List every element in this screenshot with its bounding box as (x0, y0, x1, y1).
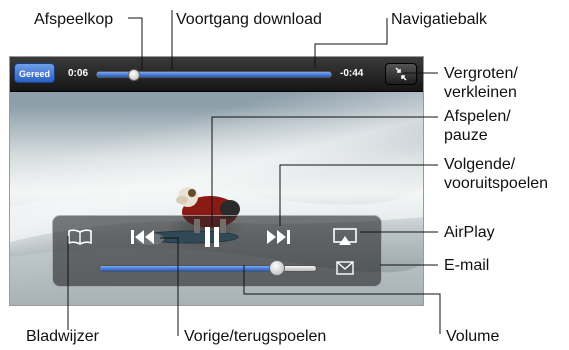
fast-forward-icon (267, 230, 290, 244)
volume-knob[interactable] (269, 260, 286, 276)
play-pause-button[interactable] (202, 225, 222, 254)
rewind-icon (131, 230, 154, 244)
volume-fill (100, 266, 278, 271)
label-volume: Volume (446, 328, 500, 345)
pause-icon (205, 227, 219, 247)
label-previous: Vorige/terugspoelen (184, 328, 327, 345)
label-next: Volgende/ vooruitspoelen (444, 156, 549, 192)
label-email: E-mail (444, 257, 490, 274)
scrubber-track[interactable] (96, 69, 332, 81)
remaining-time: -0:44 (340, 68, 364, 79)
elapsed-time: 0:06 (68, 68, 89, 79)
label-bookmark: Bladwijzer (26, 328, 99, 345)
label-download-progress: Voortgang download (176, 11, 322, 28)
label-airplay: AirPlay (444, 224, 495, 241)
playback-controls (52, 215, 382, 287)
label-playhead: Afspeelkop (34, 11, 114, 28)
label-play-pause: Afspelen/ pauze (444, 108, 511, 144)
previous-button[interactable] (129, 227, 157, 252)
zoom-toggle-icon (395, 67, 407, 81)
playhead[interactable] (128, 69, 141, 81)
envelope-icon (336, 261, 354, 275)
video-screen[interactable]: Gereed 0:06 -0:44 (9, 56, 424, 306)
bookmark-button[interactable] (67, 228, 93, 251)
email-button[interactable] (335, 260, 355, 281)
label-zoom: Vergroten/ verkleinen (444, 65, 518, 101)
airplay-icon (333, 228, 357, 245)
airplay-button[interactable] (332, 227, 358, 252)
label-navigation-bar: Navigatiebalk (391, 11, 488, 28)
navigation-bar: Gereed 0:06 -0:44 (10, 57, 423, 92)
next-button[interactable] (264, 227, 292, 252)
done-button[interactable]: Gereed (14, 63, 55, 83)
zoom-button[interactable] (385, 63, 417, 85)
volume-slider[interactable] (99, 260, 317, 276)
bookmark-icon (68, 229, 92, 245)
